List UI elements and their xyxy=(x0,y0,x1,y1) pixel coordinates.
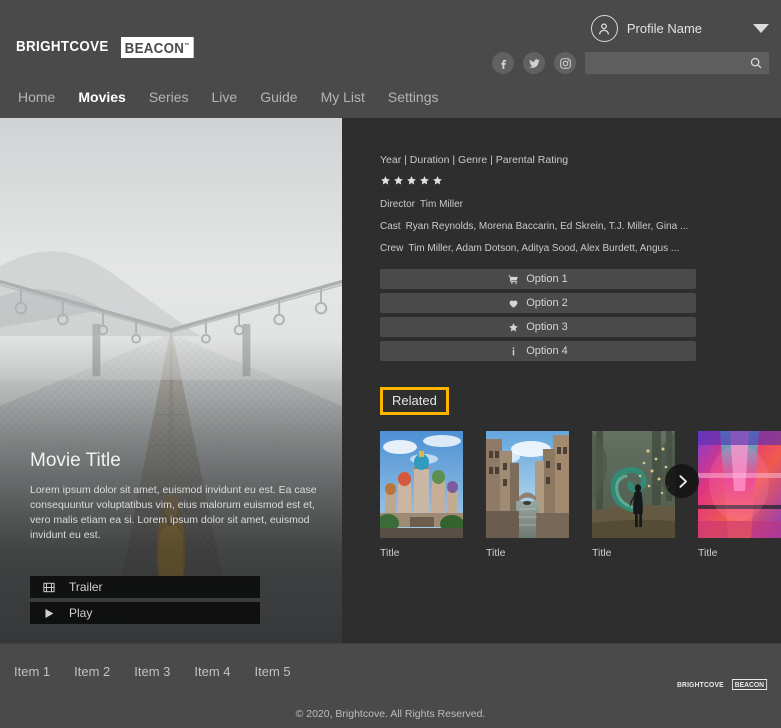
related-section: Related Title Title Title Title xyxy=(380,387,781,559)
neon-abstract-lights-image xyxy=(698,431,781,538)
related-item-title: Title xyxy=(380,547,400,559)
logo-badge-text: BEACON xyxy=(124,40,184,57)
detail-panel: Year | Duration | Genre | Parental Ratin… xyxy=(342,118,781,643)
logo-badge: BEACON™ xyxy=(120,36,194,59)
option-1-label: Option 1 xyxy=(526,273,568,285)
related-item-title: Title xyxy=(486,547,506,559)
related-item[interactable]: Title xyxy=(698,431,781,559)
profile-name-label: Profile Name xyxy=(626,21,702,36)
woman-green-smoke-forest-image xyxy=(592,431,675,538)
logo-wordmark: BRIGHTCOVE xyxy=(16,39,109,55)
footer-brightcove-beacon-logo[interactable]: BRIGHTCOVE BEACON xyxy=(677,679,771,690)
credit-crew: Crew Tim Miller, Adam Dotson, Aditya Sood… xyxy=(380,243,781,254)
related-item[interactable]: Title xyxy=(486,431,569,559)
options-list: Option 1 Option 2 Option 3 Option 4 xyxy=(380,269,696,361)
related-item[interactable]: Title xyxy=(380,431,463,559)
copyright-text: © 2020, Brightcove. All Rights Reserved. xyxy=(295,708,486,720)
footer-link-item-5[interactable]: Item 5 xyxy=(255,664,291,679)
nav-item-home[interactable]: Home xyxy=(18,89,55,105)
star-icon xyxy=(509,322,519,331)
related-carousel: Title Title Title Title xyxy=(380,431,781,559)
page-title: Movie Title xyxy=(30,450,121,472)
twitter-icon[interactable] xyxy=(523,52,545,74)
user-avatar-icon xyxy=(590,15,618,42)
site-footer: Item 1 Item 2 Item 3 Item 4 Item 5 BRIGH… xyxy=(0,643,781,728)
credit-cast-key: Cast xyxy=(380,221,401,232)
nav-item-my-list[interactable]: My List xyxy=(321,89,365,105)
footer-link-item-3[interactable]: Item 3 xyxy=(134,664,170,679)
credit-crew-key: Crew xyxy=(380,243,404,254)
related-thumbnail[interactable] xyxy=(592,431,675,538)
main-content: Movie Title Lorem ipsum dolor sit amet, … xyxy=(0,118,781,643)
star-icon xyxy=(381,176,390,185)
footer-link-item-1[interactable]: Item 1 xyxy=(14,664,50,679)
main-navigation: Home Movies Series Live Guide My List Se… xyxy=(18,89,439,105)
hero-description: Lorem ipsum dolor sit amet, euismod invi… xyxy=(30,484,317,542)
app-root: BRIGHTCOVE BEACON™ Profile Name Home Mov… xyxy=(0,0,781,728)
related-thumbnail[interactable] xyxy=(698,431,781,538)
hero-panel: Movie Title Lorem ipsum dolor sit amet, … xyxy=(0,118,342,643)
nav-item-settings[interactable]: Settings xyxy=(388,89,439,105)
credit-cast-value: Ryan Reynolds, Morena Baccarin, Ed Skrei… xyxy=(405,221,689,232)
heart-icon xyxy=(509,300,518,308)
play-button-label: Play xyxy=(69,606,93,620)
related-thumbnail[interactable] xyxy=(380,431,463,538)
film-strip-icon xyxy=(43,582,55,592)
credit-cast: Cast Ryan Reynolds, Morena Baccarin, Ed S… xyxy=(380,221,781,232)
option-4-label: Option 4 xyxy=(526,345,568,357)
option-3-button[interactable]: Option 3 xyxy=(380,317,696,337)
trailer-button-label: Trailer xyxy=(69,580,103,594)
credit-crew-value: Tim Miller, Adam Dotson, Aditya Sood, Al… xyxy=(408,243,680,254)
credit-director-value: Tim Miller xyxy=(420,199,463,210)
facebook-icon[interactable] xyxy=(492,52,514,74)
footer-links: Item 1 Item 2 Item 3 Item 4 Item 5 xyxy=(14,664,291,679)
chevron-down-icon[interactable] xyxy=(753,24,769,33)
star-icon xyxy=(394,176,403,185)
saint-basils-cathedral-image xyxy=(380,431,463,538)
related-thumbnail[interactable] xyxy=(486,431,569,538)
search-input[interactable] xyxy=(591,57,749,69)
option-4-button[interactable]: Option 4 xyxy=(380,341,696,361)
play-button[interactable]: Play xyxy=(30,602,260,624)
shopping-cart-icon xyxy=(508,274,518,284)
footer-link-item-4[interactable]: Item 4 xyxy=(194,664,230,679)
rating-stars xyxy=(380,175,781,186)
carousel-next-button[interactable] xyxy=(665,464,699,498)
chevron-right-icon xyxy=(678,474,687,488)
site-header: BRIGHTCOVE BEACON™ Profile Name Home Mov… xyxy=(0,0,781,118)
venice-canal-image xyxy=(486,431,569,538)
related-item-title: Title xyxy=(592,547,612,559)
related-item[interactable]: Title xyxy=(592,431,675,559)
credit-director: Director Tim Miller xyxy=(380,199,781,210)
nav-item-series[interactable]: Series xyxy=(149,89,189,105)
option-3-label: Option 3 xyxy=(526,321,568,333)
nav-item-movies[interactable]: Movies xyxy=(78,89,125,105)
footer-link-item-2[interactable]: Item 2 xyxy=(74,664,110,679)
related-heading: Related xyxy=(380,387,449,415)
instagram-icon[interactable] xyxy=(554,52,576,74)
star-icon xyxy=(420,176,429,185)
star-icon xyxy=(407,176,416,185)
header-utility-row xyxy=(492,52,769,74)
star-icon xyxy=(433,176,442,185)
credit-director-key: Director xyxy=(380,199,416,210)
search-box[interactable] xyxy=(585,52,769,74)
search-icon[interactable] xyxy=(749,56,763,70)
nav-item-live[interactable]: Live xyxy=(212,89,238,105)
hero-content: Movie Title Lorem ipsum dolor sit amet, … xyxy=(30,450,330,628)
info-icon xyxy=(512,346,515,355)
footer-logo-badge: BEACON xyxy=(732,679,768,690)
option-2-label: Option 2 xyxy=(526,297,568,309)
footer-logo-wordmark: BRIGHTCOVE xyxy=(677,680,725,689)
trailer-button[interactable]: Trailer xyxy=(30,576,260,598)
nav-item-guide[interactable]: Guide xyxy=(260,89,297,105)
brightcove-beacon-logo[interactable]: BRIGHTCOVE BEACON™ xyxy=(16,36,200,59)
profile-menu[interactable]: Profile Name xyxy=(590,15,769,42)
option-1-button[interactable]: Option 1 xyxy=(380,269,696,289)
option-2-button[interactable]: Option 2 xyxy=(380,293,696,313)
play-icon xyxy=(45,608,54,618)
related-item-title: Title xyxy=(698,547,718,559)
metadata-line: Year | Duration | Genre | Parental Ratin… xyxy=(380,154,569,166)
logo-trademark: ™ xyxy=(183,42,190,49)
